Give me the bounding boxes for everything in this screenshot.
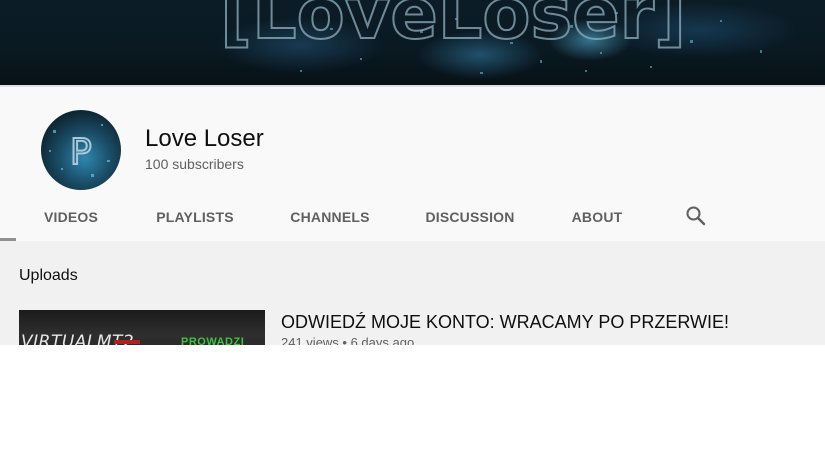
avatar-letter: P <box>70 132 92 173</box>
channel-name: Love Loser <box>145 125 264 152</box>
subscriber-count: 100 subscribers <box>145 156 244 172</box>
search-button[interactable] <box>684 204 708 228</box>
channel-page: [LoveLoser] P Love Loser 100 subscribers… <box>0 0 825 345</box>
avatar-art: P <box>49 124 110 177</box>
uploads-section: Uploads VIRTUALMT2 PROWADZI ODWIEDŹ MOJE… <box>0 241 825 345</box>
video-thumbnail[interactable]: VIRTUALMT2 PROWADZI <box>19 310 265 345</box>
search-icon <box>686 206 706 226</box>
uploads-heading[interactable]: Uploads <box>19 267 78 285</box>
tab-about[interactable]: ABOUT <box>564 195 630 241</box>
banner-artwork: [LoveLoser] <box>219 0 762 74</box>
video-meta: 241 views • 6 days ago <box>281 335 415 345</box>
video-title[interactable]: ODWIEDŹ MOJE KONTO: WRACAMY PO PRZERWIE! <box>281 312 729 333</box>
channel-banner: [LoveLoser] <box>0 0 825 87</box>
tab-channels[interactable]: CHANNELS <box>284 195 376 241</box>
tab-discussion[interactable]: DISCUSSION <box>420 195 520 241</box>
channel-header: P Love Loser 100 subscribers VIDEOS PLAY… <box>0 87 825 241</box>
thumbnail-tag: PROWADZI <box>181 336 245 345</box>
thumbnail-accent <box>114 340 140 344</box>
channel-avatar[interactable]: P <box>41 110 121 190</box>
banner-text: [LoveLoser] <box>220 0 686 55</box>
tab-videos[interactable]: VIDEOS <box>36 195 106 241</box>
tab-playlists[interactable]: PLAYLISTS <box>150 195 240 241</box>
